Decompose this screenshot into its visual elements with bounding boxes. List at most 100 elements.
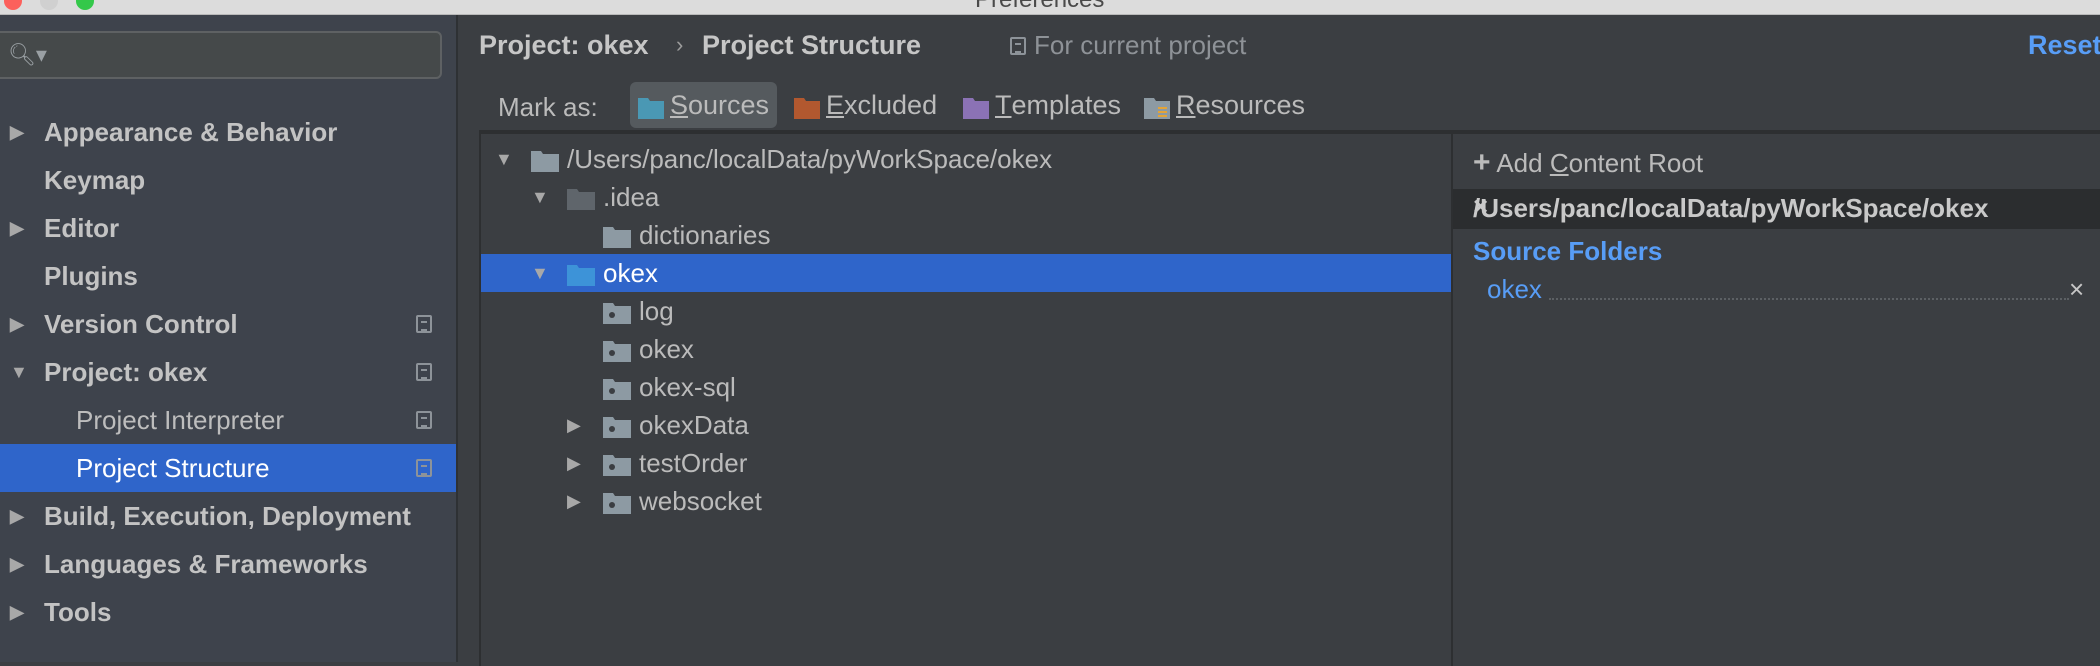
project-tree[interactable]: ▼/Users/panc/localData/pyWorkSpace/okex ▼… [479,130,1453,666]
sidebar-item-label: Keymap [44,164,146,195]
expanded-arrow-icon[interactable]: ▼ [10,362,28,383]
tree-item-label: okex-sql [639,371,736,402]
source-folder-icon [567,262,595,286]
folder-icon [794,95,820,119]
content-root-header: /Users/panc/localData/pyWorkSpace/okex × [1453,189,2100,229]
sidebar-item-label: Appearance & Behavior [44,116,338,147]
tree-item-label: /Users/panc/localData/pyWorkSpace/okex [567,143,1053,174]
project-scope-icon [416,315,432,333]
content-root-panel: + Add Content Root /Users/panc/localData… [1451,130,2100,666]
tree-row[interactable]: ▼ /Users/panc/localData/pyWorkSpace/okex [481,140,1453,178]
collapsed-arrow-icon[interactable]: ▶ [10,122,24,143]
mark-as-templates-button[interactable]: Templates [955,82,1129,128]
expanded-arrow-icon[interactable]: ▼ [531,187,549,208]
collapsed-arrow-icon[interactable]: ▶ [10,506,24,527]
folder-icon [1144,95,1170,119]
minimize-window-button[interactable] [40,0,58,10]
sidebar-item[interactable]: ▶ Languages & Frameworks [0,540,456,588]
tree-item-label: okexData [639,409,749,440]
sidebar-item-label: Project: okex [44,356,208,387]
tree-row[interactable]: ▶ okexData [481,406,1453,444]
tree-item-label: okex [603,257,658,288]
sidebar-item[interactable]: ▶ Editor [0,204,456,252]
scope-note-text: For current project [1034,30,1247,60]
tree-item-label: websocket [639,485,762,516]
tree-item-label: .idea [603,181,660,212]
breadcrumb-separator: › [676,32,684,57]
sidebar-item[interactable]: ▼ Project: okex [0,348,456,396]
package-folder-icon [603,452,631,476]
plus-icon: + [1473,146,1491,179]
collapsed-arrow-icon[interactable]: ▶ [567,453,581,474]
collapsed-arrow-icon[interactable]: ▶ [10,602,24,623]
content-root-path: /Users/panc/localData/pyWorkSpace/okex [1473,193,1989,223]
sidebar-item[interactable]: Plugins [0,252,456,300]
tree-row[interactable]: log [481,292,1453,330]
sidebar-item[interactable]: ▶ Tools [0,588,456,636]
breadcrumb-current: Project Structure [702,30,922,60]
package-folder-icon [603,376,631,400]
mark-as-label: Mark as: [498,92,598,122]
sidebar-item[interactable]: Project Structure [0,444,456,492]
sidebar-item[interactable]: Keymap [0,156,456,204]
sidebar-item[interactable]: ▶ Version Control [0,300,456,348]
source-folders-title: Source Folders [1473,236,1663,266]
project-scope-icon [416,459,432,477]
sidebar-item-label: Project Structure [76,452,270,483]
sidebar-item[interactable]: ▶ Appearance & Behavior [0,108,456,156]
zoom-window-button[interactable] [76,0,94,10]
sidebar-item-label: Project Interpreter [76,404,285,435]
tree-row[interactable]: ▼ .idea [481,178,1453,216]
tree-item-label: okex [639,333,694,364]
source-folder-item[interactable]: okex [1487,274,1542,305]
add-content-root-button[interactable]: + Add Content Root [1473,146,1703,180]
tree-row[interactable]: ▶ websocket [481,482,1453,520]
tree-row[interactable]: dictionaries [481,216,1453,254]
folder-icon [531,148,559,172]
tree-item-label: log [639,295,674,326]
sidebar-item-label: Build, Execution, Deployment [44,500,411,531]
folder-icon [603,224,631,248]
sidebar-item-label: Tools [44,596,112,627]
sidebar-item[interactable]: ▶ Build, Execution, Deployment [0,492,456,540]
remove-content-root-icon[interactable]: × [1473,191,1488,222]
package-folder-icon [603,414,631,438]
sidebar-item-label: Plugins [44,260,138,291]
sidebar-item-label: Version Control [44,308,238,339]
settings-search-input[interactable]: 🔍︎▾ [0,31,442,79]
tree-item-label: testOrder [639,447,748,478]
reset-link[interactable]: Reset [2028,30,2100,61]
tree-row[interactable]: okex [481,330,1453,368]
package-folder-icon [603,490,631,514]
mark-as-sources-button[interactable]: Sources [630,82,778,128]
tree-row[interactable]: ▼ okex [481,254,1453,292]
folder-icon [963,95,989,119]
search-icon: 🔍︎▾ [8,42,47,67]
expanded-arrow-icon[interactable]: ▼ [531,263,549,284]
sidebar-item-label: Languages & Frameworks [44,548,368,579]
collapsed-arrow-icon[interactable]: ▶ [10,314,24,335]
collapsed-arrow-icon[interactable]: ▶ [10,554,24,575]
project-scope-icon [416,363,432,381]
sidebar-item[interactable]: Project Interpreter [0,396,456,444]
title-bar: Preferences [0,0,2100,15]
tree-row[interactable]: ▶ testOrder [481,444,1453,482]
tree-row[interactable]: okex-sql [481,368,1453,406]
breadcrumb-project[interactable]: Project: okex [479,30,649,61]
tree-item-label: dictionaries [639,219,771,250]
folder-icon [567,186,595,210]
expanded-arrow-icon[interactable]: ▼ [495,149,513,170]
remove-source-folder-icon[interactable]: × [2069,274,2084,305]
folder-icon [638,95,664,119]
window-title: Preferences [975,0,1104,14]
mark-as-excluded-button[interactable]: Excluded [786,82,945,128]
collapsed-arrow-icon[interactable]: ▶ [567,491,581,512]
package-folder-icon [603,300,631,324]
collapsed-arrow-icon[interactable]: ▶ [10,218,24,239]
close-window-button[interactable] [4,0,22,10]
project-scope-icon [1010,36,1026,55]
collapsed-arrow-icon[interactable]: ▶ [567,415,581,436]
project-scope-icon [416,411,432,429]
mark-as-resources-button[interactable]: Resources [1136,82,1313,128]
settings-sidebar: 🔍︎▾ ▶ Appearance & Behavior Keymap ▶ Editor P… [0,15,458,662]
